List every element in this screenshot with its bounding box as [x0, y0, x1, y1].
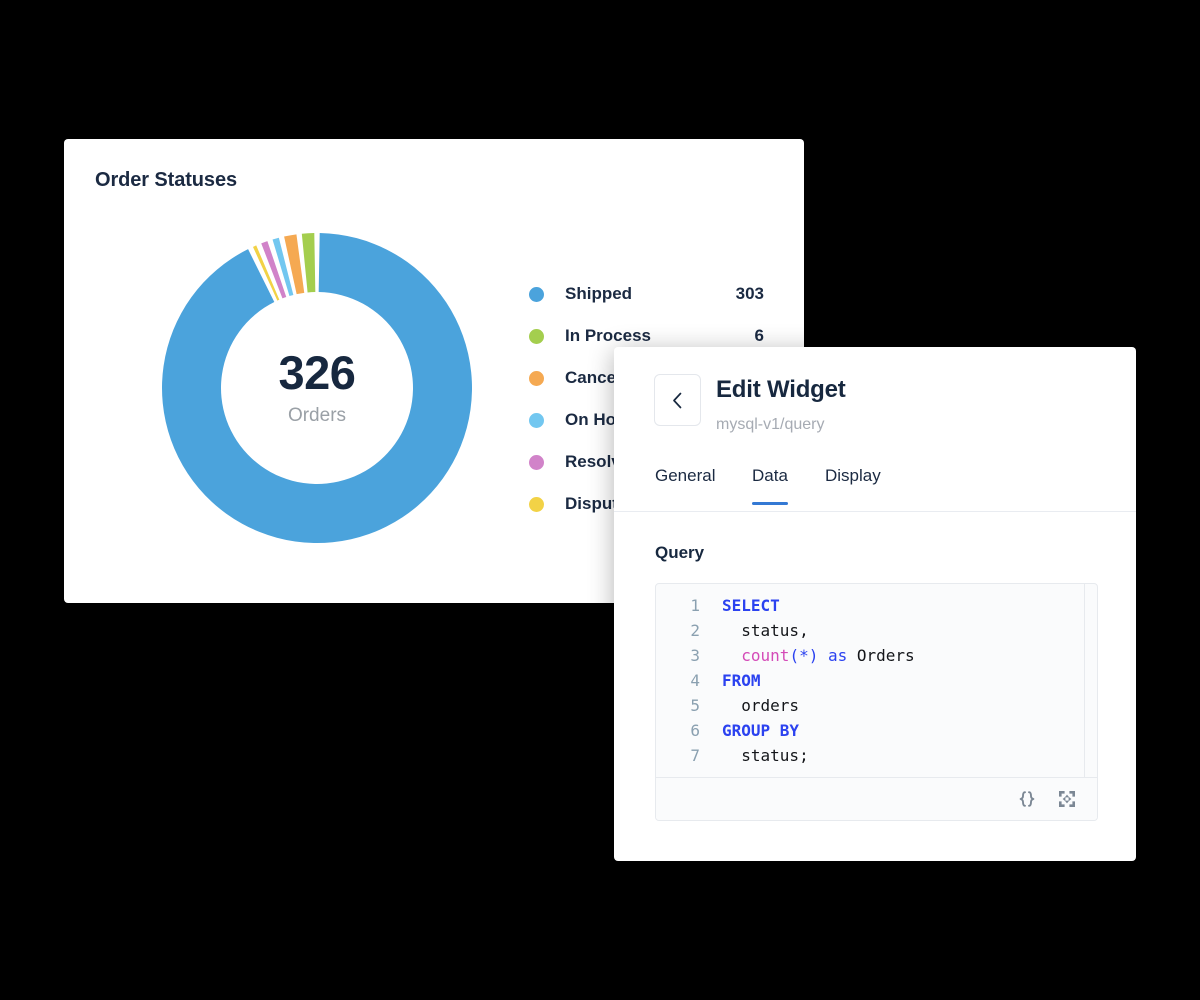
legend-color-swatch — [529, 286, 544, 302]
fullscreen-expand-icon[interactable] — [1054, 786, 1080, 812]
page-title: Order Statuses — [95, 169, 237, 191]
line-number: 1 — [690, 596, 700, 615]
editor-footer — [656, 777, 1097, 820]
code-line: 5 orders — [656, 693, 1097, 718]
chevron-left-icon — [672, 392, 683, 409]
donut-slice-in-process[interactable] — [301, 233, 316, 293]
legend-color-swatch — [529, 496, 544, 512]
tab-data[interactable]: Data — [752, 466, 788, 505]
panel-title: Edit Widget — [716, 376, 846, 403]
line-number: 2 — [690, 621, 700, 640]
legend-item-label: In Process — [565, 326, 651, 345]
code-line-text[interactable]: SELECT — [700, 593, 780, 618]
legend-color-swatch — [529, 328, 544, 344]
panel-subtitle: mysql-v1/query — [716, 416, 825, 433]
legend-color-swatch — [529, 370, 544, 386]
code-line: 3 count(*) as Orders — [656, 643, 1097, 668]
donut-chart-svg — [162, 233, 472, 543]
code-line: 1 SELECT — [656, 593, 1097, 618]
line-number: 6 — [690, 721, 700, 740]
line-number: 3 — [690, 646, 700, 665]
donut-chart[interactable]: 326 Orders — [161, 232, 473, 544]
format-braces-icon[interactable] — [1014, 786, 1040, 812]
code-line-text[interactable]: status, — [700, 618, 808, 643]
code-line-text[interactable]: count(*) as Orders — [700, 643, 914, 668]
legend-item-value: 303 — [735, 284, 764, 303]
tab-general[interactable]: General — [655, 466, 715, 504]
code-line: 2 status, — [656, 618, 1097, 643]
code-line: 7 status; — [656, 743, 1097, 768]
code-line-text[interactable]: status; — [700, 743, 808, 768]
code-line: 6 GROUP BY — [656, 718, 1097, 743]
panel-tabs: General Data Display — [614, 460, 1136, 512]
legend-color-swatch — [529, 454, 544, 470]
query-code-editor[interactable]: 1 SELECT 2 status, 3 count(*) as Orders 4 FRO… — [655, 583, 1098, 821]
code-line-text[interactable]: GROUP BY — [700, 718, 799, 743]
legend-color-swatch — [529, 412, 544, 428]
donut-slice-shipped[interactable] — [162, 233, 472, 543]
code-line: 4 FROM — [656, 668, 1097, 693]
back-button[interactable] — [654, 374, 701, 426]
legend-item-shipped[interactable]: Shipped 303 — [529, 273, 774, 315]
line-number: 4 — [690, 671, 700, 690]
code-line-text[interactable]: FROM — [700, 668, 761, 693]
tab-display[interactable]: Display — [825, 466, 881, 504]
code-area[interactable]: 1 SELECT 2 status, 3 count(*) as Orders 4 FRO… — [656, 584, 1097, 768]
legend-item-label: Shipped — [565, 284, 633, 303]
line-number: 5 — [690, 696, 700, 715]
code-line-text[interactable]: orders — [700, 693, 799, 718]
legend-item-value: 6 — [754, 326, 764, 345]
query-section-label: Query — [655, 543, 705, 562]
line-number: 7 — [690, 746, 700, 765]
